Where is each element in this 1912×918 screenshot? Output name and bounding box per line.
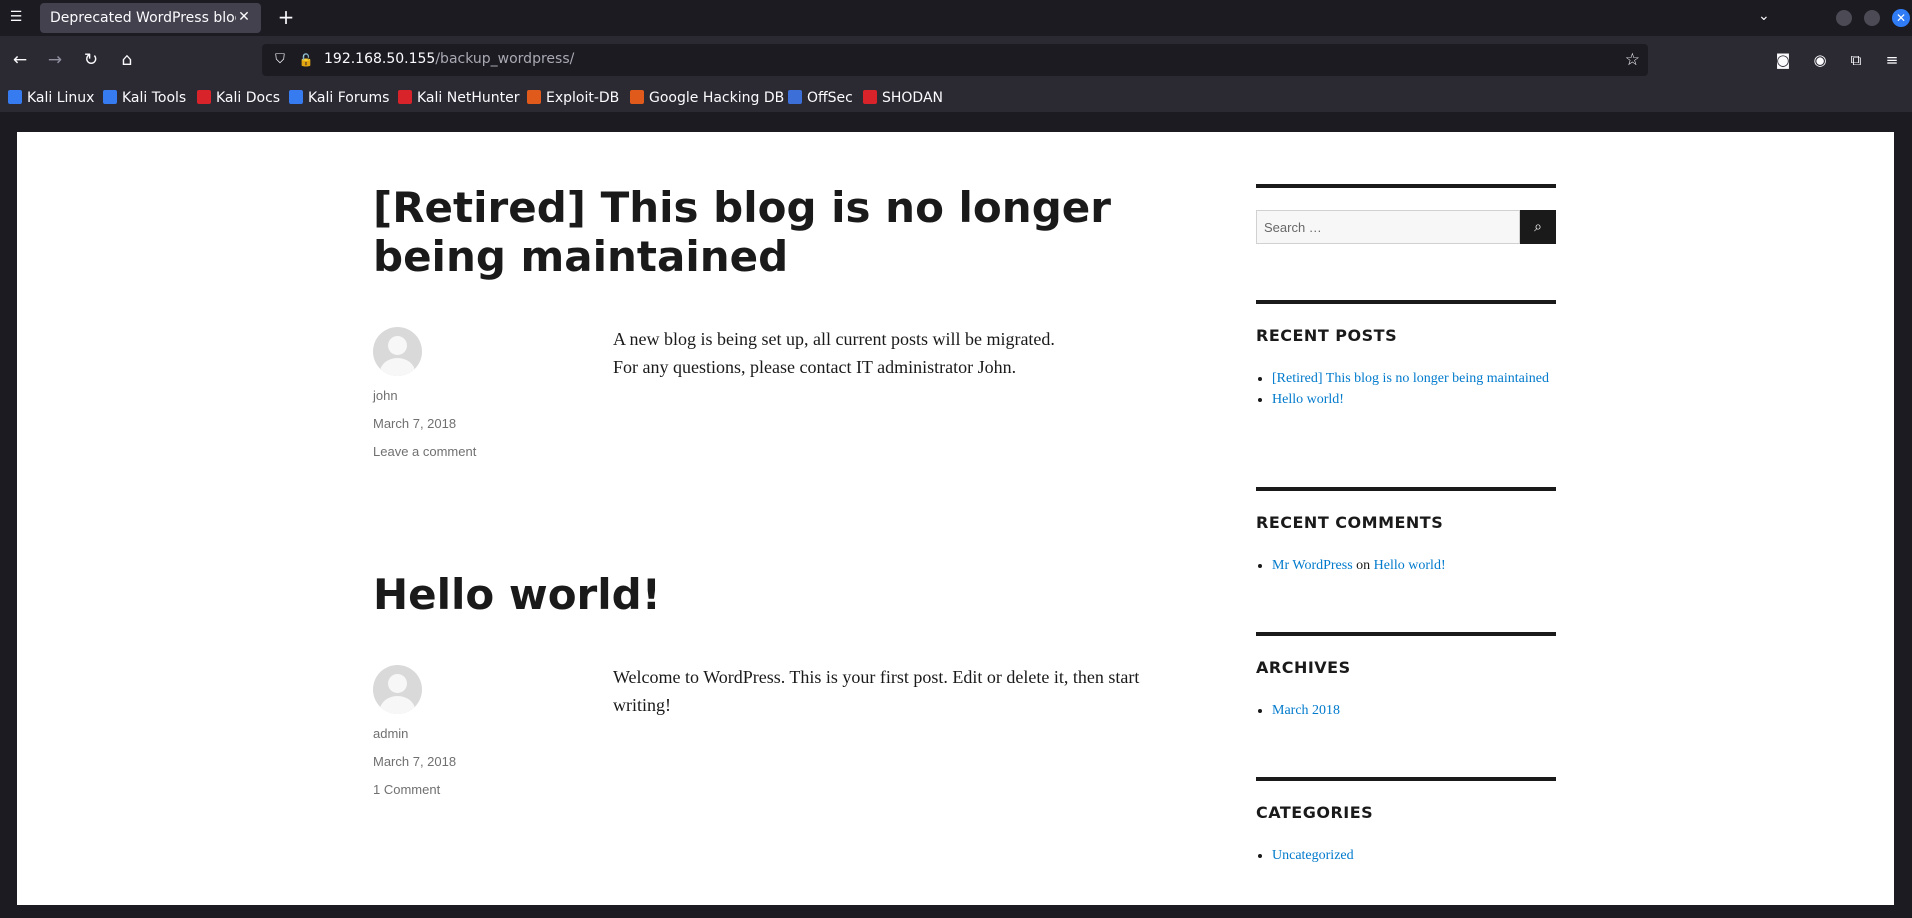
- extensions-icon[interactable]: ⧉: [1845, 49, 1867, 71]
- widget-divider: [1256, 487, 1556, 491]
- search-icon: ⌕: [1534, 219, 1542, 235]
- post-title[interactable]: Hello world!: [373, 570, 1173, 619]
- bookmark-item[interactable]: Kali Tools: [103, 88, 186, 108]
- avatar: [373, 327, 422, 376]
- list-item: Hello world!: [1272, 389, 1556, 410]
- bookmark-item[interactable]: Kali Forums: [289, 88, 389, 108]
- post-content: A new blog is being set up, all current …: [613, 325, 1193, 381]
- recent-comments-list: Mr WordPress on Hello world!: [1256, 555, 1556, 576]
- account-icon[interactable]: ◉: [1809, 49, 1831, 71]
- exploit-db-icon: [630, 90, 644, 104]
- widget-title-recent-posts: RECENT POSTS: [1256, 326, 1398, 345]
- widget-divider: [1256, 777, 1556, 781]
- widget-title-archives: ARCHIVES: [1256, 658, 1351, 677]
- list-item: [Retired] This blog is no longer being m…: [1272, 368, 1556, 389]
- lock-icon[interactable]: 🔓: [298, 51, 314, 69]
- minimize-icon[interactable]: [1836, 10, 1852, 26]
- bookmark-label: SHODAN: [882, 90, 944, 106]
- search-input[interactable]: [1256, 210, 1520, 244]
- url-host: 192.168.50.155: [324, 51, 436, 67]
- list-item: Uncategorized: [1272, 845, 1556, 866]
- kali-docs-icon: [197, 90, 211, 104]
- widget-divider: [1256, 300, 1556, 304]
- search-button[interactable]: ⌕: [1520, 210, 1556, 244]
- bookmark-label: OffSec: [807, 90, 853, 106]
- tab-close-icon[interactable]: ✕: [235, 8, 253, 26]
- bookmark-item[interactable]: Kali Docs: [197, 88, 280, 108]
- tab-title: Deprecated WordPress blog: [50, 10, 236, 26]
- list-item: March 2018: [1272, 700, 1556, 721]
- bookmark-item[interactable]: Exploit-DB: [527, 88, 619, 108]
- nethunter-icon: [398, 90, 412, 104]
- shield-icon[interactable]: ⛉: [272, 51, 288, 69]
- post-paragraph: A new blog is being set up, all current …: [613, 329, 1055, 349]
- widget-title-recent-comments: RECENT COMMENTS: [1256, 513, 1444, 532]
- pocket-icon[interactable]: ◙: [1772, 49, 1794, 71]
- menu-icon[interactable]: ≡: [1881, 49, 1903, 71]
- category-link[interactable]: Uncategorized: [1272, 848, 1354, 863]
- widget-divider: [1256, 184, 1556, 188]
- back-icon[interactable]: ←: [9, 49, 31, 71]
- bookmark-item[interactable]: OffSec: [788, 88, 853, 108]
- bookmarks-toolbar: Kali Linux Kali Tools Kali Docs Kali Forums…: [0, 84, 1912, 112]
- url-path: /backup_wordpress/: [435, 51, 575, 67]
- bookmark-item[interactable]: Kali NetHunter: [398, 88, 519, 108]
- post-author[interactable]: john: [373, 388, 398, 404]
- offsec-icon: [788, 90, 802, 104]
- comment-author-link[interactable]: Mr WordPress: [1272, 558, 1353, 573]
- post-comments-link[interactable]: 1 Comment: [373, 782, 440, 798]
- bookmark-label: Kali NetHunter: [417, 90, 520, 106]
- comment-on-text: on: [1356, 558, 1371, 573]
- tab-active[interactable]: Deprecated WordPress blog ✕: [40, 3, 261, 33]
- bookmark-label: Kali Linux: [27, 90, 95, 106]
- bookmark-star-icon[interactable]: ☆: [1625, 50, 1640, 70]
- avatar: [373, 665, 422, 714]
- kali-tools-icon: [103, 90, 117, 104]
- post-content: Welcome to WordPress. This is your first…: [613, 663, 1193, 719]
- comment-post-link[interactable]: Hello world!: [1374, 558, 1446, 573]
- home-icon[interactable]: ⌂: [116, 49, 138, 71]
- chevron-down-icon[interactable]: ⌄: [1758, 8, 1770, 24]
- maximize-icon[interactable]: [1864, 10, 1880, 26]
- widget-title-categories: CATEGORIES: [1256, 803, 1374, 822]
- recent-post-link[interactable]: [Retired] This blog is no longer being m…: [1272, 371, 1549, 386]
- recent-posts-list: [Retired] This blog is no longer being m…: [1256, 368, 1556, 410]
- bookmark-label: Kali Tools: [122, 90, 187, 106]
- post-author[interactable]: admin: [373, 726, 408, 742]
- post-date[interactable]: March 7, 2018: [373, 416, 456, 432]
- bookmark-item[interactable]: Kali Linux: [8, 88, 94, 108]
- tab-list-icon[interactable]: ☰: [7, 8, 25, 26]
- window-close-icon[interactable]: ✕: [1892, 9, 1910, 27]
- kali-dragon-icon: [8, 90, 22, 104]
- archive-link[interactable]: March 2018: [1272, 703, 1340, 718]
- bookmark-label: Google Hacking DB: [649, 90, 785, 106]
- post-paragraph: For any questions, please contact IT adm…: [613, 357, 1017, 377]
- post-date[interactable]: March 7, 2018: [373, 754, 456, 770]
- navigation-toolbar: ← → ↻ ⌂ ⛉ 🔓 192.168.50.155/backup_wordpr…: [0, 36, 1912, 84]
- post-paragraph: Welcome to WordPress. This is your first…: [613, 667, 1140, 715]
- url-bar[interactable]: ⛉ 🔓 192.168.50.155/backup_wordpress/ ☆: [262, 44, 1648, 76]
- post-title[interactable]: [Retired] This blog is no longer being m…: [373, 183, 1173, 281]
- post-comments-link[interactable]: Leave a comment: [373, 444, 476, 460]
- archives-list: March 2018: [1256, 700, 1556, 721]
- recent-post-link[interactable]: Hello world!: [1272, 392, 1344, 407]
- reload-icon[interactable]: ↻: [80, 49, 102, 71]
- list-item: Mr WordPress on Hello world!: [1272, 555, 1556, 576]
- forward-icon[interactable]: →: [44, 49, 66, 71]
- shodan-icon: [863, 90, 877, 104]
- bookmark-item[interactable]: SHODAN: [863, 88, 943, 108]
- bookmark-label: Exploit-DB: [546, 90, 620, 106]
- tab-bar: ☰ Deprecated WordPress blog ✕ + ⌄ ✕: [0, 0, 1912, 36]
- categories-list: Uncategorized: [1256, 845, 1556, 866]
- exploit-db-icon: [527, 90, 541, 104]
- new-tab-icon[interactable]: +: [276, 6, 296, 28]
- bookmark-label: Kali Forums: [308, 90, 390, 106]
- kali-dragon-icon: [289, 90, 303, 104]
- bookmark-item[interactable]: Google Hacking DB: [630, 88, 784, 108]
- url-text[interactable]: 192.168.50.155/backup_wordpress/: [324, 51, 574, 67]
- page-content: [Retired] This blog is no longer being m…: [17, 132, 1894, 905]
- bookmark-label: Kali Docs: [216, 90, 281, 106]
- widget-divider: [1256, 632, 1556, 636]
